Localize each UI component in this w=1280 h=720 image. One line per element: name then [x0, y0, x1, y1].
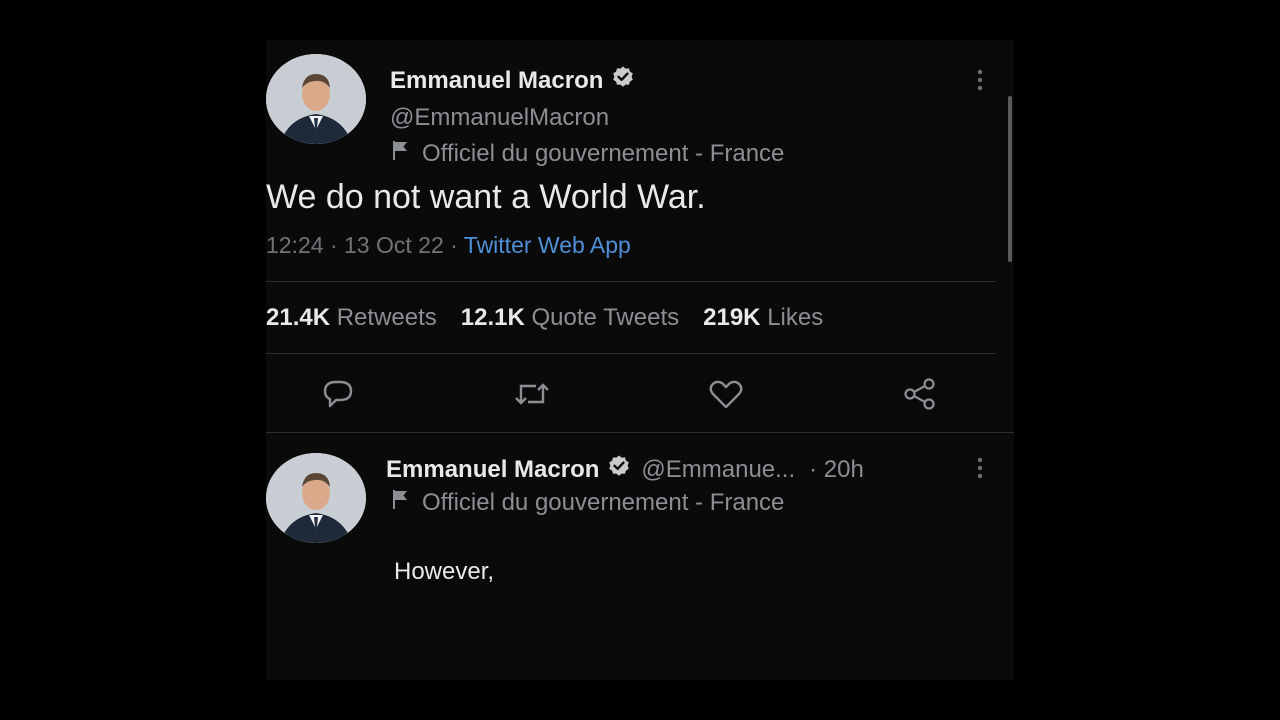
government-label-text: Officiel du gouvernement - France: [422, 139, 785, 167]
verified-badge-icon: [611, 65, 635, 96]
reply-author-handle[interactable]: @Emmanue...: [641, 456, 795, 484]
reply-more-options-icon[interactable]: [974, 456, 986, 482]
verified-badge-icon: [607, 454, 631, 485]
reply-author-avatar[interactable]: [266, 453, 366, 543]
retweets-stat[interactable]: 21.4K Retweets: [266, 304, 437, 332]
tweet-detail-panel: Emmanuel Macron @EmmanuelMacron Officiel…: [266, 40, 1014, 680]
author-handle[interactable]: @EmmanuelMacron: [390, 104, 609, 132]
retweet-button[interactable]: [512, 374, 552, 414]
reply-author-header: Emmanuel Macron @Emmanue... · 20h: [386, 454, 864, 485]
tweet-stats: 21.4K Retweets 12.1K Quote Tweets 219K Lik…: [266, 304, 847, 332]
share-icon: [904, 378, 935, 410]
meta-separator: ·: [450, 232, 458, 258]
quote-tweets-stat[interactable]: 12.1K Quote Tweets: [461, 304, 679, 332]
author-name[interactable]: Emmanuel Macron: [390, 65, 635, 96]
more-options-icon[interactable]: [974, 68, 986, 94]
author-avatar[interactable]: [266, 54, 366, 144]
reply-author-name[interactable]: Emmanuel Macron: [386, 456, 599, 484]
like-button[interactable]: [706, 374, 746, 414]
divider: [266, 353, 996, 354]
meta-separator: ·: [329, 232, 338, 258]
tweet-source-link[interactable]: Twitter Web App: [464, 232, 631, 258]
reply-button[interactable]: [318, 374, 358, 414]
reply-government-label-text: Officiel du gouvernement - France: [422, 488, 785, 516]
likes-stat[interactable]: 219K Likes: [703, 304, 823, 332]
tweet-time[interactable]: 12:24: [266, 232, 324, 258]
retweet-icon: [515, 383, 549, 405]
like-icon: [709, 380, 743, 409]
reply-icon: [323, 380, 353, 408]
divider: [266, 432, 1014, 433]
flag-icon: [390, 139, 412, 168]
divider: [266, 281, 996, 282]
portrait-image: [266, 54, 366, 144]
tweet-timestamp: 12:24 · 13 Oct 22 · Twitter Web App: [266, 232, 631, 259]
tweet-date[interactable]: 13 Oct 22: [344, 232, 444, 258]
flag-icon: [390, 488, 412, 517]
government-label: Officiel du gouvernement - France: [390, 139, 784, 168]
reply-text: However,: [394, 558, 495, 585]
reply-age[interactable]: · 20h: [809, 456, 864, 484]
tweet-text: We do not want a World War.: [266, 178, 706, 216]
portrait-image: [266, 453, 366, 543]
scrollbar[interactable]: [1008, 96, 1012, 262]
share-button[interactable]: [900, 374, 940, 414]
reply-government-label: Officiel du gouvernement - France: [390, 488, 784, 517]
